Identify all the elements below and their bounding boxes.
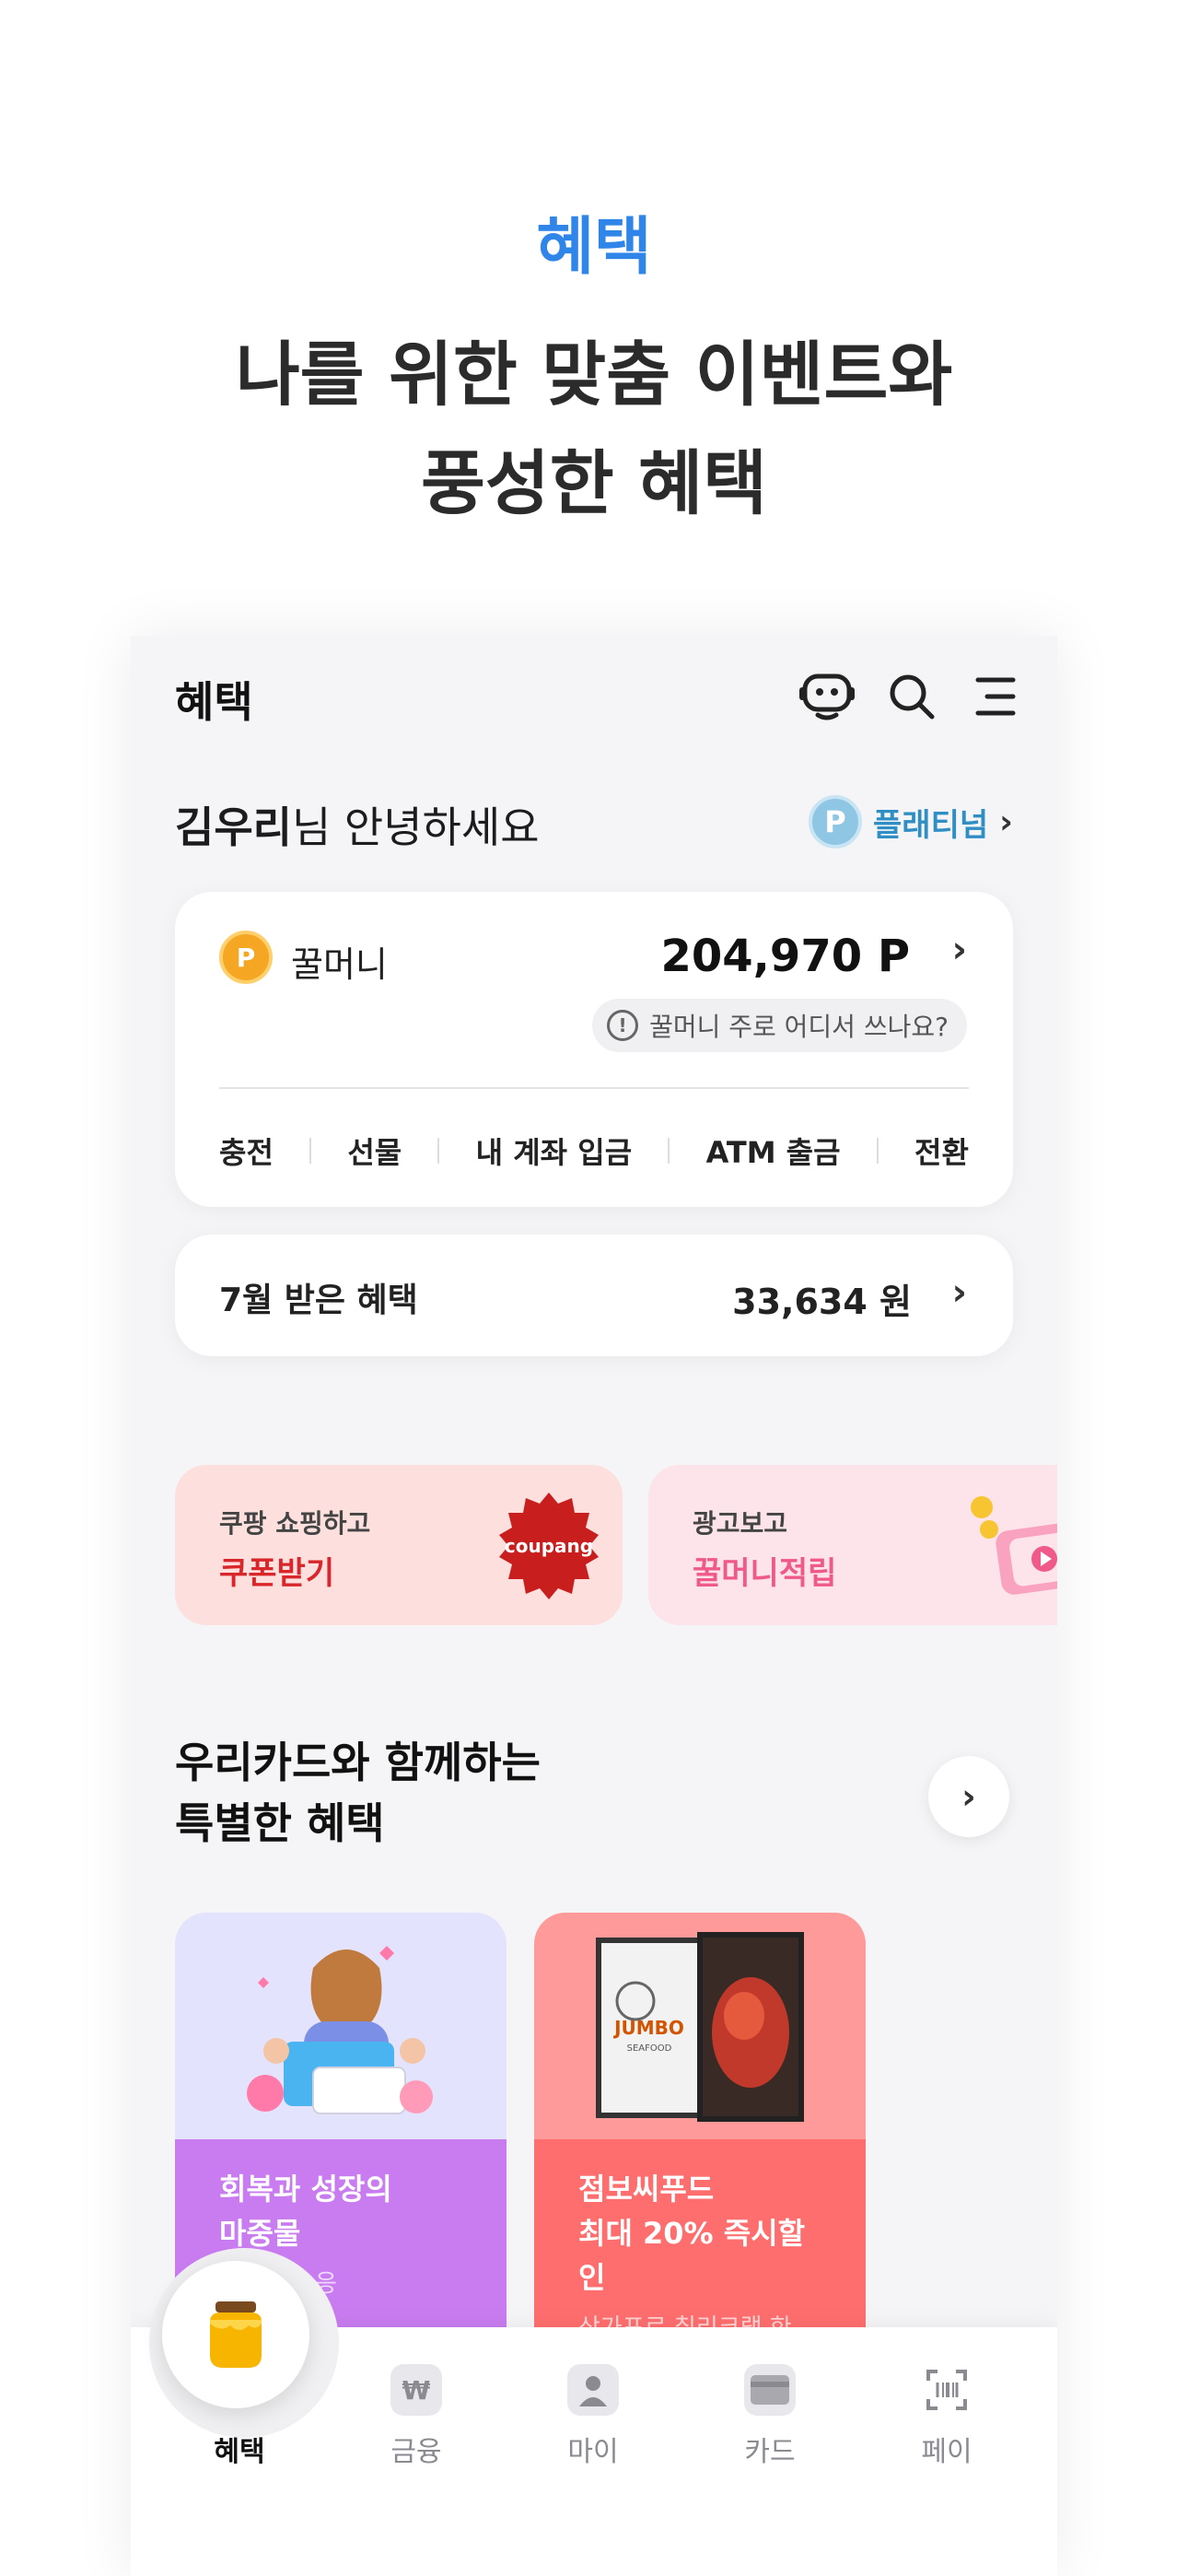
membership-tier-link[interactable]: P 플래티넘 › <box>809 794 1013 849</box>
promo-kicker: 혜택 <box>536 211 652 284</box>
action-atm-button[interactable]: ATM 출금 <box>706 1130 841 1172</box>
tab-label: 마이 <box>567 2436 619 2468</box>
tab-my[interactable]: 마이 <box>538 2364 648 2469</box>
jumbo-logo-subtext: SEAFOOD <box>627 2043 672 2054</box>
page-title: 혜택 <box>175 677 253 727</box>
tier-label: 플래티넘 <box>873 806 989 844</box>
event-title: 회복과 성장의 마중물 <box>219 2172 392 2251</box>
banner-subtitle: 광고보고 <box>693 1508 788 1539</box>
action-gift-button[interactable]: 선물 <box>347 1130 402 1172</box>
promo-headline-line1: 나를 위한 맞춤 이벤트와 <box>235 334 953 416</box>
event-illustration: JUMBO SEAFOOD <box>534 1913 866 2139</box>
video-ad-icon <box>971 1496 1057 1595</box>
honey-pot-icon <box>210 2301 262 2368</box>
event-card[interactable]: JUMBO SEAFOOD 점보씨푸드 최대 20% 즉시할 인 상가포르 칠리… <box>534 1913 866 2392</box>
tab-card[interactable]: 카드 <box>715 2364 825 2469</box>
separator <box>668 1138 670 1164</box>
chevron-right-icon[interactable]: › <box>952 929 967 971</box>
divider <box>219 1087 969 1089</box>
coupang-logo: coupang <box>499 1493 599 1599</box>
action-deposit-button[interactable]: 내 계좌 입금 <box>476 1130 632 1172</box>
promo-headline-line2: 풍성한 혜택 <box>420 442 768 524</box>
action-charge-button[interactable]: 충전 <box>219 1130 274 1172</box>
monthly-benefit-amount: 33,634 원 <box>732 1282 912 1322</box>
banner-title: 꿀머니적립 <box>693 1555 837 1592</box>
search-icon[interactable] <box>882 667 941 726</box>
chevron-right-icon: › <box>999 802 1013 841</box>
info-icon: ! <box>607 1010 639 1041</box>
event-title: 점보씨푸드 최대 20% 즉시할 인 <box>578 2172 806 2295</box>
app-screen: 혜택 김우리님 안녕하세요 P 플래티넘 › P 꿀머니 204,970 P ›… <box>131 636 1057 2576</box>
greeting: 김우리님 안녕하세요 <box>175 794 540 855</box>
barcode-scan-icon <box>921 2364 973 2416</box>
action-convert-button[interactable]: 전환 <box>914 1130 969 1172</box>
honey-money-actions: 충전 선물 내 계좌 입금 ATM 출금 전환 <box>219 1130 969 1172</box>
section-title-line2: 특별한 혜택 <box>175 1798 385 1848</box>
tab-label: 금융 <box>390 2436 442 2468</box>
monthly-benefit-label: 7월 받은 혜택 <box>219 1282 418 1319</box>
user-name: 김우리 <box>175 802 292 852</box>
tier-badge-icon: P <box>809 795 863 849</box>
banner-title: 쿠폰받기 <box>219 1555 335 1592</box>
tab-pay[interactable]: 페이 <box>891 2364 1002 2469</box>
card-icon <box>744 2364 796 2416</box>
menu-icon[interactable] <box>965 667 1024 726</box>
honey-money-amount[interactable]: 204,970 P <box>660 931 910 982</box>
honey-money-card: P 꿀머니 204,970 P › ! 꿀머니 주로 어디서 쓰나요? 충전 선… <box>175 892 1013 1207</box>
event-illustration <box>175 1913 507 2139</box>
chevron-right-icon: › <box>961 1776 976 1817</box>
jumbo-logo-text: JUMBO <box>612 2017 684 2039</box>
tab-label: 페이 <box>921 2436 973 2468</box>
separator <box>876 1138 879 1164</box>
honey-money-help-button[interactable]: ! 꿀머니 주로 어디서 쓰나요? <box>592 999 967 1052</box>
coupang-logo-text: coupang <box>505 1535 593 1557</box>
honey-pot-button[interactable] <box>162 2261 309 2408</box>
money-bag-icon: ₩ <box>390 2364 442 2416</box>
banner-subtitle: 쿠팡 쇼핑하고 <box>219 1508 371 1539</box>
separator <box>309 1138 312 1164</box>
section-next-button[interactable]: › <box>928 1756 1009 1837</box>
tab-label: 카드 <box>744 2436 796 2468</box>
chatbot-icon[interactable] <box>798 667 856 726</box>
person-icon <box>567 2364 619 2416</box>
chevron-right-icon: › <box>951 1271 967 1314</box>
section-title-line1: 우리카드와 함께하는 <box>175 1738 541 1787</box>
monthly-benefit-card[interactable]: 7월 받은 혜택 33,634 원 › <box>175 1235 1013 1356</box>
separator <box>437 1138 440 1164</box>
coupang-coupon-banner[interactable]: 쿠팡 쇼핑하고 쿠폰받기 coupang <box>175 1465 623 1625</box>
honey-money-label: 꿀머니 <box>291 944 388 985</box>
honey-coin-icon: P <box>219 931 273 984</box>
section-title: 우리카드와 함께하는 특별한 혜택 <box>175 1732 541 1854</box>
help-text: 꿀머니 주로 어디서 쓰나요? <box>649 1012 949 1042</box>
tab-finance[interactable]: ₩ 금융 <box>361 2364 472 2469</box>
ad-reward-banner[interactable]: 광고보고 꿀머니적립 <box>648 1465 1057 1625</box>
promo-headline: 나를 위한 맞춤 이벤트와 풍성한 혜택 <box>0 321 1188 538</box>
greeting-suffix: 님 안녕하세요 <box>291 802 540 852</box>
